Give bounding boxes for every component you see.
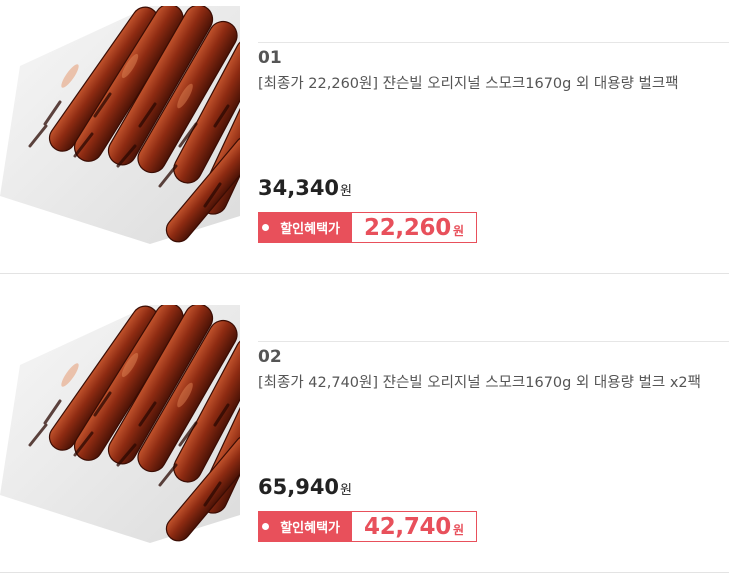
- product-image[interactable]: [0, 305, 240, 543]
- original-price-value: 34,340: [258, 176, 340, 200]
- original-price-unit: 원: [340, 184, 353, 199]
- product-rank: 02: [258, 347, 282, 367]
- discount-price-value: 22,260: [363, 214, 451, 241]
- discount-label: 할인혜택가: [258, 511, 352, 542]
- sausage-photo: [0, 6, 240, 244]
- divider: [258, 42, 729, 43]
- discount-price-unit: 원: [452, 224, 464, 238]
- product-item: 02 [최종가 42,740원] 쟌슨빌 오리지널 스모크1670g 외 대용량…: [0, 299, 729, 573]
- bullet-dot-icon: [262, 224, 269, 231]
- product-rank: 01: [258, 48, 282, 68]
- discount-price-unit: 원: [452, 523, 464, 537]
- original-price: 65,940원: [258, 475, 352, 499]
- product-list: 01 [최종가 22,260원] 쟌슨빌 오리지널 스모크1670g 외 대용량…: [0, 0, 729, 577]
- divider: [258, 341, 729, 342]
- original-price-unit: 원: [340, 483, 353, 498]
- discount-label-text: 할인혜택가: [280, 521, 340, 536]
- discount-price-box: 할인혜택가 22,260 원: [258, 212, 477, 243]
- item-divider: [0, 273, 729, 274]
- discount-price: 42,740 원: [352, 511, 477, 542]
- discount-label: 할인혜택가: [258, 212, 352, 243]
- discount-price: 22,260 원: [352, 212, 477, 243]
- original-price-value: 65,940: [258, 475, 340, 499]
- discount-price-box: 할인혜택가 42,740 원: [258, 511, 477, 542]
- discount-label-text: 할인혜택가: [280, 222, 340, 237]
- product-item: 01 [최종가 22,260원] 쟌슨빌 오리지널 스모크1670g 외 대용량…: [0, 0, 729, 274]
- product-title[interactable]: [최종가 42,740원] 쟌슨빌 오리지널 스모크1670g 외 대용량 벌크…: [258, 371, 701, 392]
- product-image[interactable]: [0, 6, 240, 244]
- original-price: 34,340원: [258, 176, 352, 200]
- discount-price-value: 42,740: [363, 513, 451, 540]
- sausage-photo: [0, 305, 240, 543]
- bullet-dot-icon: [262, 523, 269, 530]
- item-divider: [0, 572, 729, 573]
- product-title[interactable]: [최종가 22,260원] 쟌슨빌 오리지널 스모크1670g 외 대용량 벌크…: [258, 72, 679, 93]
